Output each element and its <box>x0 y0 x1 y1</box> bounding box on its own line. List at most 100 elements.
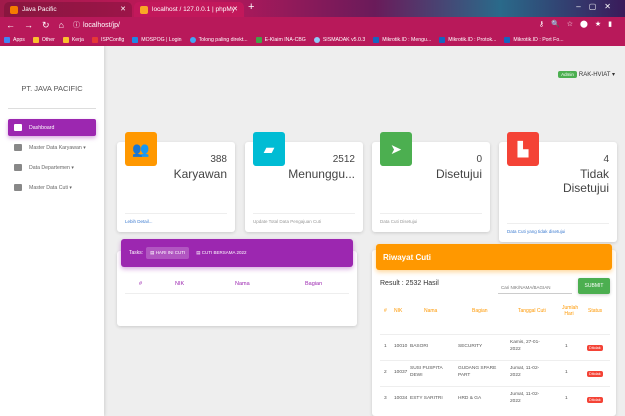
bookmark-item[interactable]: Mikrotik.ID : Port Fo... <box>504 36 564 43</box>
stat-label: Tidak Disetujui <box>562 167 609 195</box>
window-controls[interactable]: –▢✕ <box>576 2 619 11</box>
sidebar-item-label: Master Data Cuti ▾ <box>29 184 72 191</box>
stat-card-karyawan: 👥 388 Karyawan Lebih Detail... <box>117 132 235 232</box>
stat-card-tidak-disetujui: ▙ 4 Tidak Disetujui Data Cuti yang tidak… <box>499 132 617 242</box>
browser-tab-bar: Java Pacific ✕ localhost / 127.0.0.1 | p… <box>0 0 625 17</box>
status-badge: Ditolak <box>587 345 603 351</box>
bookmark-item[interactable]: Tolong paling direkt... <box>189 36 248 43</box>
stat-card-disetujui: ➤ 0 Disetujui Data Cuti Disetujui <box>372 132 490 232</box>
stat-card-menunggu: ▰ 2512 Menunggu... Update Total Data Pen… <box>245 132 363 232</box>
new-tab-icon[interactable]: + <box>248 1 254 13</box>
dashboard-icon <box>14 124 22 131</box>
eklaim-icon <box>255 36 262 43</box>
column-header: Jumlah Hari <box>562 305 579 317</box>
tasks-label: Tasks: <box>129 250 144 256</box>
bookmark-item[interactable]: Apps <box>4 36 25 43</box>
tab-cuti-bersama[interactable]: ▤ CUTI BERSAMA 2022 <box>192 247 250 259</box>
sidebar-item-master-karyawan[interactable]: Master Data Karyawan ▾ <box>8 139 96 156</box>
sidebar-item-master-cuti[interactable]: Master Data Cuti ▾ <box>8 179 96 196</box>
mikrotik-icon <box>373 36 380 43</box>
apps-icon <box>4 36 10 43</box>
stat-value: 388 <box>210 154 227 165</box>
search-input[interactable] <box>498 281 572 294</box>
folder-icon <box>32 36 39 43</box>
detail-link[interactable]: Lebih Detail... <box>125 213 227 224</box>
submit-button[interactable]: SUBMIT <box>578 278 610 294</box>
folder-icon <box>62 36 69 43</box>
tab-title: localhost / 127.0.0.1 | phpMyAdm <box>152 6 234 13</box>
row-bagian: GUDANG SPARE PART <box>458 366 497 378</box>
sidebar-menu: Dashboard Master Data Karyawan ▾ Data De… <box>0 109 104 196</box>
tasks-panel-header: Tasks: ▤ HARI INI CUTI ▤ CUTI BERSAMA 20… <box>121 239 353 267</box>
sidebar-item-label: Data Departemen ▾ <box>29 164 74 171</box>
tab-hari-ini-cuti[interactable]: ▤ HARI INI CUTI <box>146 247 190 259</box>
stat-value: 0 <box>476 154 482 165</box>
column-header: # <box>139 281 143 287</box>
reload-icon[interactable]: ↻ <box>42 20 50 31</box>
bookmark-item[interactable]: ISPConfig <box>91 36 124 43</box>
bookmark-item[interactable]: Mikrotik.ID : Mengu... <box>373 36 431 43</box>
row-nik: 10037 <box>394 370 408 375</box>
sidebar-item-label: Master Data Karyawan ▾ <box>29 144 86 151</box>
book-icon: ▰ <box>253 132 285 166</box>
row-tanggal: Jumat, 11-02-2022 <box>510 366 540 378</box>
send-icon <box>14 184 22 191</box>
globe-icon <box>189 36 196 43</box>
status-badge: Ditolak <box>587 397 603 403</box>
bookmark-item[interactable]: Kerja <box>62 36 84 43</box>
column-header: # <box>384 308 387 314</box>
user-name: RAK-HVIAT ▾ <box>578 72 615 78</box>
home-icon[interactable]: ⌂ <box>59 20 64 30</box>
row-nik: 10034 <box>394 396 408 401</box>
close-tab-icon[interactable]: ✕ <box>232 5 238 13</box>
mikrotik-icon <box>439 36 446 43</box>
bookmark-item[interactable]: MOSPOG | Login <box>132 36 182 43</box>
row-number: 3 <box>384 396 387 401</box>
row-nama: BASORI <box>410 344 429 349</box>
bookmark-item[interactable]: Mikrotik.ID : Protok... <box>439 36 496 43</box>
stat-label: Menunggu... <box>288 167 355 181</box>
brand-title: PT. JAVA PACIFIC <box>21 84 83 93</box>
row-tanggal: Kamis, 27-01-2022 <box>510 340 540 352</box>
bookmark-item[interactable]: SISMADAK v5.0.3 <box>313 36 365 43</box>
divider <box>125 293 349 294</box>
row-nama: ESTY SARITRI <box>410 396 443 401</box>
stat-footer: Update Total Data Pengajuan Cuti <box>253 213 355 224</box>
close-tab-icon[interactable]: ✕ <box>120 5 126 13</box>
sismadak-icon <box>313 36 320 43</box>
tab-title: Java Pacific <box>22 6 57 13</box>
stat-value: 2512 <box>332 154 355 165</box>
users-icon: 👥 <box>125 132 157 166</box>
url-input[interactable]: localhost/jp/ <box>83 22 120 29</box>
riwayat-cuti-panel: Riwayat Cuti Result : 2532 Hasil SUBMIT … <box>372 244 616 416</box>
row-number: 2 <box>384 370 387 375</box>
site-info-icon[interactable]: ⓘ <box>73 20 80 30</box>
browser-tab-phpmyadmin[interactable]: localhost / 127.0.0.1 | phpMyAdm ✕ <box>134 2 244 17</box>
row-tanggal: Jumat, 11-02-2022 <box>510 392 540 404</box>
row-nik: 10010 <box>394 344 408 349</box>
column-header: NIK <box>175 281 185 287</box>
browser-tab-java-pacific[interactable]: Java Pacific ✕ <box>4 2 132 17</box>
bookmark-item[interactable]: Other <box>32 36 55 43</box>
row-bagian: HRD & GA <box>458 396 482 401</box>
sidebar-item-label: Dashboard <box>29 124 55 131</box>
stat-footer[interactable]: Data Cuti yang tidak disetujui <box>507 223 609 234</box>
bookmarks-bar: Apps Other Kerja ISPConfig MOSPOG | Logi… <box>0 33 625 46</box>
row-bagian: SECURITY <box>458 344 483 349</box>
user-menu[interactable]: Admin RAK-HVIAT ▾ <box>558 71 615 78</box>
column-header: Status <box>588 308 603 314</box>
browser-extension-icons[interactable]: ⚷🔍☆⬤★▮ <box>539 20 619 28</box>
ispconfig-icon <box>91 36 98 43</box>
sidebar-item-dashboard[interactable]: Dashboard <box>8 119 96 136</box>
mospog-icon <box>132 36 139 43</box>
stat-footer: Data Cuti Disetujui <box>380 213 482 224</box>
forward-icon[interactable]: → <box>24 20 33 30</box>
bookmark-item[interactable]: E-Klaim INA-CBG <box>255 36 306 43</box>
document-icon: ▙ <box>507 132 539 166</box>
role-badge: Admin <box>558 71 577 78</box>
back-icon[interactable]: ← <box>6 20 15 30</box>
column-header: Bagian <box>472 308 488 314</box>
sidebar-item-departemen[interactable]: Data Departemen ▾ <box>8 159 96 176</box>
status-badge: Ditolak <box>587 371 603 377</box>
table-row: 3 10034 ESTY SARITRI HRD & GA Jumat, 11-… <box>380 386 610 412</box>
